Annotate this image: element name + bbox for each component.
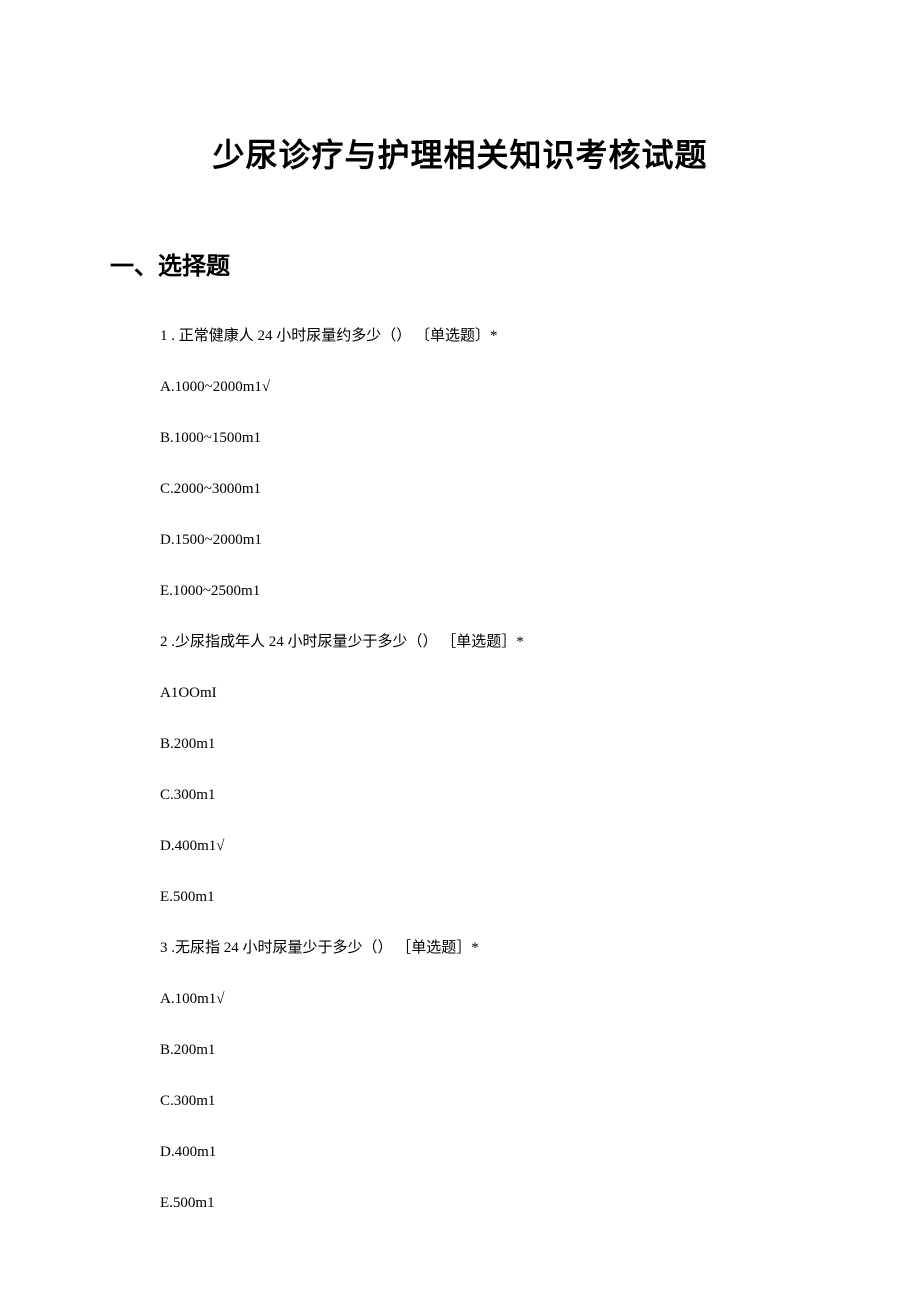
question-number: 1 [160, 326, 168, 347]
option-item: A.100m1√ [160, 989, 810, 1010]
question-stem: 1 . 正常健康人 24 小时尿量约多少（） 〔单选题〕* [160, 326, 810, 347]
question-stem: 2 .少尿指成年人 24 小时尿量少于多少（） ［单选题］* [160, 632, 810, 653]
question-number: 3 [160, 938, 168, 959]
option-item: C.300m1 [160, 1091, 810, 1112]
option-item: A.1000~2000m1√ [160, 377, 810, 398]
option-item: D.400m1 [160, 1142, 810, 1163]
question-text: .无尿指 24 小时尿量少于多少（） ［单选题］* [171, 940, 479, 956]
page-title: 少尿诊疗与护理相关知识考核试题 [110, 130, 810, 176]
option-item: B.200m1 [160, 734, 810, 755]
option-item: E.500m1 [160, 887, 810, 908]
option-item: A1OOmI [160, 683, 810, 704]
option-item: B.200m1 [160, 1040, 810, 1061]
question-text: . 正常健康人 24 小时尿量约多少（） 〔单选题〕* [171, 328, 497, 344]
section-header: 一、选择题 [110, 246, 810, 281]
questions-container: 1 . 正常健康人 24 小时尿量约多少（） 〔单选题〕* A.1000~200… [110, 326, 810, 1214]
option-item: E.1000~2500m1 [160, 581, 810, 602]
document-page: 少尿诊疗与护理相关知识考核试题 一、选择题 1 . 正常健康人 24 小时尿量约… [0, 0, 920, 1214]
question-stem: 3 .无尿指 24 小时尿量少于多少（） ［单选题］* [160, 938, 810, 959]
option-item: D.1500~2000m1 [160, 530, 810, 551]
option-item: B.1000~1500m1 [160, 428, 810, 449]
question-text: .少尿指成年人 24 小时尿量少于多少（） ［单选题］* [171, 634, 524, 650]
question-number: 2 [160, 632, 168, 653]
option-item: D.400m1√ [160, 836, 810, 857]
option-item: C.300m1 [160, 785, 810, 806]
option-item: C.2000~3000m1 [160, 479, 810, 500]
option-item: E.500m1 [160, 1193, 810, 1214]
